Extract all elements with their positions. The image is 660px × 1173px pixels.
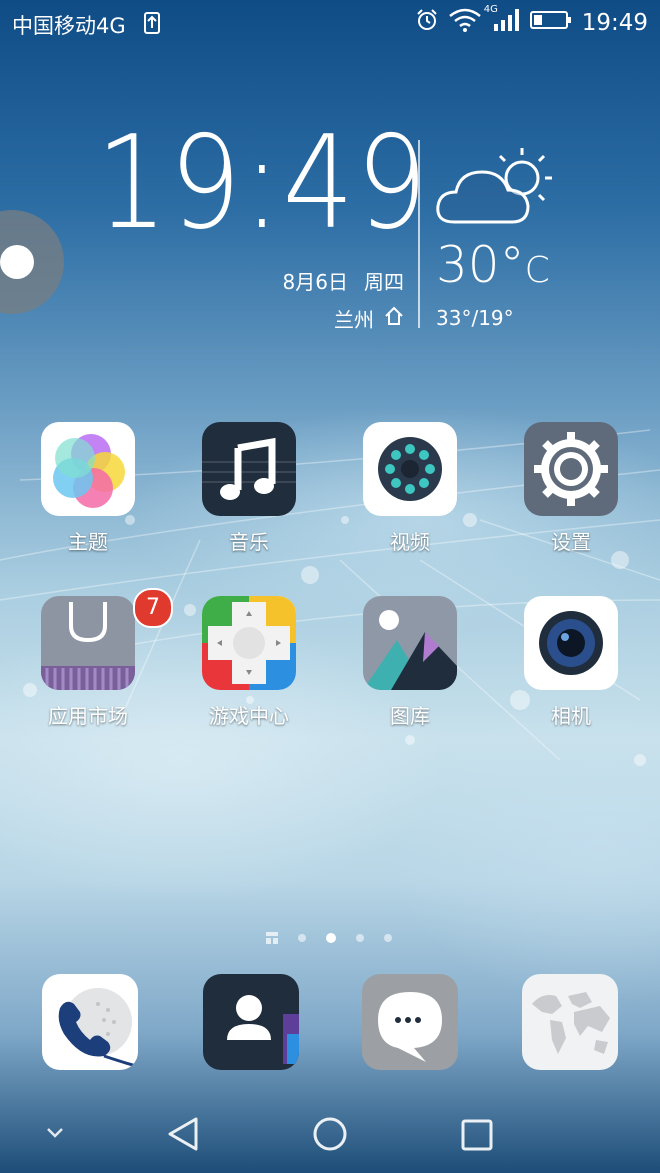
camera-icon	[524, 596, 618, 690]
network-type-badge: 4G	[483, 4, 498, 15]
app-label: 应用市场	[48, 704, 128, 728]
settings-icon	[524, 422, 618, 516]
gallery-icon	[363, 596, 457, 690]
phone-icon[interactable]	[42, 974, 138, 1070]
app-gallery[interactable]: 图库	[345, 596, 475, 729]
battery-icon	[529, 10, 572, 35]
video-icon	[363, 422, 457, 516]
widget-time[interactable]: 19:49	[96, 120, 429, 248]
widget-weekday: 周四	[364, 270, 404, 294]
home-page-icon	[266, 932, 278, 944]
page-dot-active[interactable]	[326, 933, 336, 943]
page-dot[interactable]	[356, 934, 364, 942]
partly-cloudy-icon[interactable]	[434, 140, 558, 234]
usb-upload-icon	[144, 12, 160, 39]
carrier-label: 中国移动4G	[12, 14, 126, 38]
app-camera[interactable]: 相机	[506, 596, 636, 729]
back-icon[interactable]	[166, 1116, 200, 1156]
app-label: 相机	[551, 704, 591, 728]
page-indicator[interactable]	[266, 932, 392, 944]
app-label: 游戏中心	[209, 704, 289, 728]
clock-weather-widget[interactable]: 19:49 8月6日 周四 兰州 30°C 33°/19°	[0, 120, 660, 340]
music-icon	[202, 422, 296, 516]
app-settings[interactable]: 设置	[506, 422, 636, 555]
widget-date-text: 8月6日	[282, 270, 348, 294]
navigation-bar	[0, 1100, 660, 1173]
app-themes[interactable]: 主题	[23, 422, 153, 555]
wifi-icon	[448, 8, 482, 37]
messages-icon[interactable]	[362, 974, 458, 1070]
signal-icon: 4G	[484, 4, 520, 37]
app-game-center[interactable]: 游戏中心	[184, 596, 314, 729]
contacts-icon[interactable]	[203, 974, 299, 1070]
alarm-icon	[416, 9, 438, 36]
widget-divider	[418, 140, 420, 328]
home-icon[interactable]	[312, 1116, 348, 1156]
widget-temperature: 30°C	[436, 240, 550, 290]
app-market[interactable]: 7 应用市场	[23, 588, 173, 729]
widget-temp-range: 33°/19°	[436, 306, 514, 330]
widget-date: 8月6日 周四	[283, 266, 404, 295]
page-dot[interactable]	[298, 934, 306, 942]
status-bar: 中国移动4G 4G 19:49	[0, 0, 660, 46]
app-music[interactable]: 音乐	[184, 422, 314, 555]
home-screen: 中国移动4G 4G 19:49 19:49 8月6日 周四 兰州 30°C 33…	[0, 0, 660, 1173]
page-dot[interactable]	[384, 934, 392, 942]
collapse-icon[interactable]	[44, 1124, 66, 1144]
themes-icon	[41, 422, 135, 516]
app-label: 图库	[390, 704, 430, 728]
home-location-icon	[384, 306, 404, 331]
temperature-value: 30°	[436, 236, 525, 294]
game-center-icon	[202, 596, 296, 690]
app-label: 主题	[68, 530, 108, 554]
app-video[interactable]: 视频	[345, 422, 475, 555]
temperature-unit: C	[524, 250, 550, 291]
status-time: 19:49	[581, 9, 648, 36]
floating-dock-dot-icon	[0, 245, 34, 279]
recents-icon[interactable]	[460, 1118, 494, 1156]
app-market-icon	[41, 596, 135, 690]
widget-location: 兰州	[334, 304, 404, 333]
app-label: 音乐	[229, 530, 269, 554]
widget-city: 兰州	[334, 308, 374, 332]
notification-badge: 7	[133, 588, 173, 628]
app-label: 设置	[551, 530, 591, 554]
browser-icon[interactable]	[522, 974, 618, 1070]
app-label: 视频	[390, 530, 430, 554]
